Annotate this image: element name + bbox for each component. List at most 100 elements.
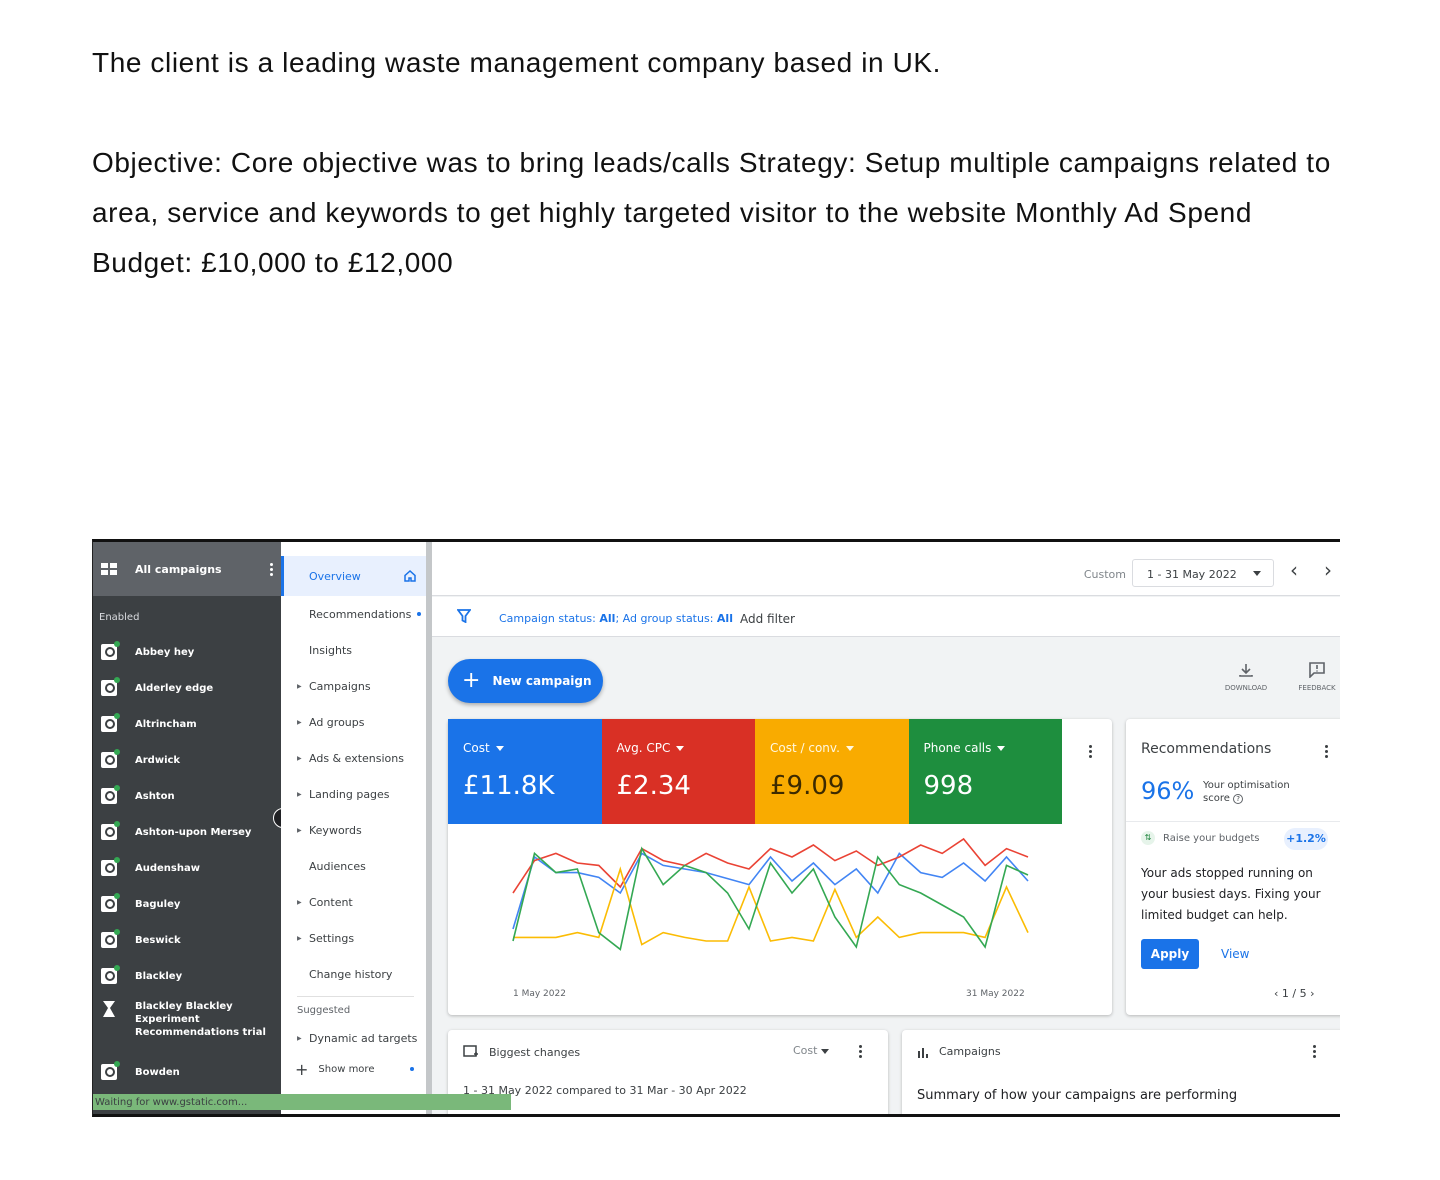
kpi-phone-calls[interactable]: Phone calls 998 xyxy=(908,719,1062,824)
download-button[interactable]: DOWNLOAD xyxy=(1216,662,1276,692)
recommendation-pager: ‹ 1 / 5 › xyxy=(1274,987,1315,1000)
expand-arrow-icon: ▶ xyxy=(297,682,302,690)
nav-item-label: Dynamic ad targets xyxy=(309,1031,418,1045)
sidebar-item-label: Altrincham xyxy=(135,718,197,730)
active-filter-chip[interactable]: Campaign status: All; Ad group status: A… xyxy=(499,612,733,625)
recommendation-type-label: Raise your budgets xyxy=(1163,832,1260,844)
sidebar-item[interactable]: Ashton xyxy=(93,778,281,814)
kpi-label: Cost / conv. xyxy=(770,741,909,755)
flask-icon xyxy=(103,1001,115,1017)
kpi-cost-per-conv[interactable]: Cost / conv. £9.09 xyxy=(755,719,909,824)
sidebar-item-label: Ardwick xyxy=(135,754,181,766)
optimisation-score-label: Your optimisation score ? xyxy=(1203,779,1313,805)
prev-recommendation-icon[interactable]: ‹ xyxy=(1274,987,1278,1000)
nav-item-label: Campaigns xyxy=(309,679,371,693)
kpi-value: £2.34 xyxy=(616,771,691,801)
expand-arrow-icon: ▶ xyxy=(297,934,302,942)
sidebar-item[interactable]: Audenshaw xyxy=(93,850,281,886)
nav-item-ad-groups[interactable]: ▶ Ad groups xyxy=(281,704,426,740)
add-filter-button[interactable]: Add filter xyxy=(740,612,795,626)
notification-dot xyxy=(410,1067,414,1071)
next-period-icon[interactable]: › xyxy=(1324,558,1332,582)
chart-series-group xyxy=(512,837,1029,951)
filter-icon[interactable] xyxy=(457,609,471,623)
more-vert-icon[interactable] xyxy=(1316,745,1336,758)
sidebar-item[interactable]: Baguley xyxy=(93,886,281,922)
download-icon xyxy=(1239,664,1253,677)
sidebar-item-label: Audenshaw xyxy=(135,862,200,874)
series-line-avg-cpc xyxy=(512,837,1029,894)
more-vert-icon[interactable] xyxy=(261,562,281,576)
date-range-value: 1 - 31 May 2022 xyxy=(1147,568,1237,581)
score-lift-badge: +1.2% xyxy=(1284,828,1328,850)
more-vert-icon[interactable] xyxy=(1304,1045,1324,1058)
home-icon xyxy=(404,570,416,582)
metric-dropdown[interactable]: Cost xyxy=(793,1044,829,1057)
filter-value: All xyxy=(716,612,733,625)
sidebar-item-label: Blackley xyxy=(135,970,183,982)
more-vert-icon[interactable] xyxy=(1080,745,1100,758)
prev-period-icon[interactable]: ‹ xyxy=(1290,558,1298,582)
sidebar-item[interactable]: Ardwick xyxy=(93,742,281,778)
expand-arrow-icon: ▶ xyxy=(297,754,302,762)
nav-item-audiences[interactable]: Audiences xyxy=(281,848,426,884)
biggest-changes-card: Biggest changes Cost 1 - 31 May 2022 com… xyxy=(448,1030,888,1114)
sidebar-item[interactable]: Alderley edge xyxy=(93,670,281,706)
nav-item-insights[interactable]: Insights xyxy=(281,632,426,668)
kpi-avg-cpc[interactable]: Avg. CPC £2.34 xyxy=(601,719,756,824)
kpi-label: Avg. CPC xyxy=(617,741,756,755)
search-campaign-icon xyxy=(101,929,120,948)
next-recommendation-icon[interactable]: › xyxy=(1310,987,1314,1000)
google-ads-screenshot: All campaigns Enabled Abbey hey Alderley… xyxy=(92,539,1340,1117)
sidebar-item[interactable]: Blackley xyxy=(93,958,281,994)
nav-item-campaigns[interactable]: ▶ Campaigns xyxy=(281,668,426,704)
nav-item-keywords[interactable]: ▶ Keywords xyxy=(281,812,426,848)
search-campaign-icon xyxy=(101,713,120,732)
sidebar-item[interactable]: Bowden xyxy=(93,1054,281,1090)
nav-item-ads-extensions[interactable]: ▶ Ads & extensions xyxy=(281,740,426,776)
nav-item-recommendations[interactable]: Recommendations xyxy=(281,596,426,632)
date-toolbar: Custom 1 - 31 May 2022 ‹ › xyxy=(432,542,1340,596)
nav-item-settings[interactable]: ▶ Settings xyxy=(281,920,426,956)
nav-section-label: Suggested xyxy=(297,1005,351,1016)
sidebar-title: All campaigns xyxy=(135,562,222,576)
sidebar-item-label: Ashton-upon Mersey xyxy=(135,826,252,838)
sidebar-item[interactable]: Ashton-upon Mersey xyxy=(93,814,281,850)
campaigns-summary: Summary of how your campaigns are perfor… xyxy=(917,1088,1238,1103)
date-mode-label: Custom xyxy=(1083,568,1126,581)
search-campaign-icon xyxy=(101,1061,120,1080)
sidebar-header[interactable]: All campaigns xyxy=(93,542,281,596)
feedback-button[interactable]: FEEDBACK xyxy=(1287,662,1340,692)
nav-item-change-history[interactable]: Change history xyxy=(281,956,426,992)
card-title: Campaigns xyxy=(939,1045,1001,1058)
nav-item-label: Content xyxy=(309,895,353,909)
nav-item-label: Ads & extensions xyxy=(309,751,404,765)
sidebar-item[interactable]: Abbey hey xyxy=(93,634,281,670)
date-range-picker[interactable]: 1 - 31 May 2022 xyxy=(1132,559,1274,587)
more-vert-icon[interactable] xyxy=(850,1045,870,1058)
expand-arrow-icon: ▶ xyxy=(297,1034,302,1042)
nav-item-landing-pages[interactable]: ▶ Landing pages xyxy=(281,776,426,812)
apply-button[interactable]: Apply xyxy=(1141,939,1199,969)
show-more-button[interactable]: + Show more xyxy=(281,1053,426,1085)
help-icon[interactable]: ? xyxy=(1233,794,1244,804)
nav-item-overview[interactable]: Overview xyxy=(281,556,426,596)
sidebar-item-label: Blackley Blackley Experiment Recommendat… xyxy=(135,1001,266,1038)
nav-item-dynamic-ad-targets[interactable]: ▶ Dynamic ad targets xyxy=(281,1023,426,1053)
campaign-sidebar: All campaigns Enabled Abbey hey Alderley… xyxy=(93,542,281,1114)
nav-item-content[interactable]: ▶ Content xyxy=(281,884,426,920)
kpi-cost[interactable]: Cost £11.8K xyxy=(448,719,602,824)
sidebar-item-experiment[interactable]: Blackley Blackley Experiment Recommendat… xyxy=(93,994,281,1054)
nav-item-label: Insights xyxy=(309,643,353,657)
feedback-icon xyxy=(1309,662,1325,678)
expand-arrow-icon: ▶ xyxy=(297,826,302,834)
filter-text: ; Ad group status: xyxy=(615,612,717,625)
view-link[interactable]: View xyxy=(1221,947,1249,961)
new-campaign-button[interactable]: + New campaign xyxy=(448,659,603,703)
filter-value: All xyxy=(599,612,616,625)
intro-text: The client is a leading waste management… xyxy=(92,38,1352,338)
show-more-label: Show more xyxy=(318,1063,375,1075)
nav-item-label: Audiences xyxy=(309,859,366,873)
sidebar-item[interactable]: Altrincham xyxy=(93,706,281,742)
sidebar-item[interactable]: Beswick xyxy=(93,922,281,958)
